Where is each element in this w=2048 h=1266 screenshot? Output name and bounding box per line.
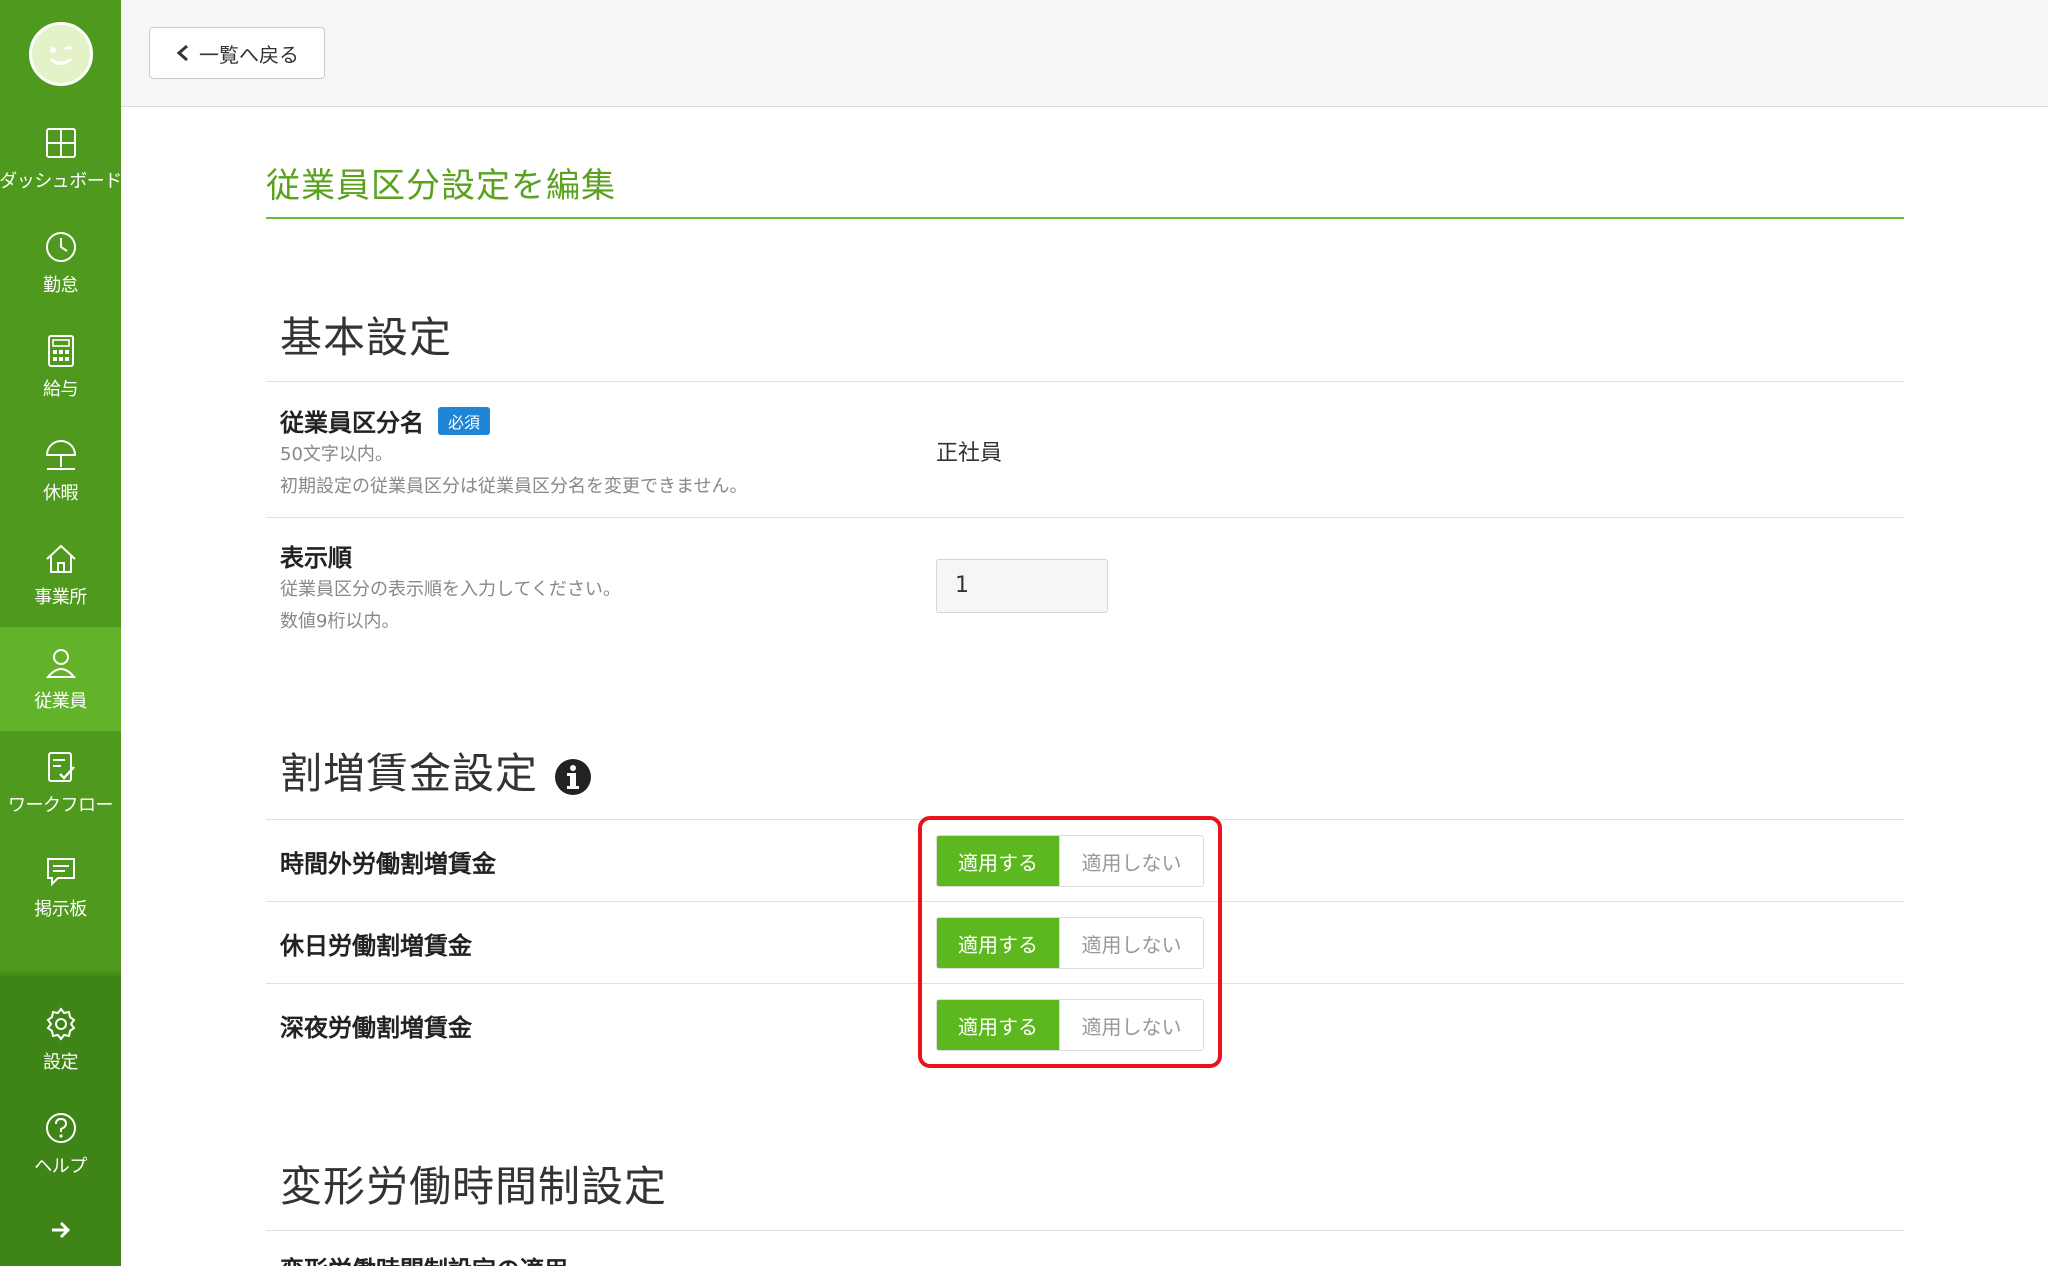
help-text: 数値9桁以内。 <box>280 611 400 632</box>
field-label-display-order: 表示順 <box>280 544 352 572</box>
field-help-employee-class-name: 50文字以内。 初期設定の従業員区分は従業員区分名を変更できません。 <box>280 439 747 503</box>
person-icon <box>45 649 76 678</box>
page-title: 従業員区分設定を編集 <box>266 166 616 206</box>
arrow-right-icon <box>51 1221 70 1239</box>
field-label-employee-class-name: 従業員区分名 必須 <box>280 403 491 438</box>
logo-face-icon[interactable] <box>28 21 93 86</box>
premium-heading-text: 割増賃金設定 <box>280 749 539 798</box>
umbrella-icon <box>45 440 76 470</box>
sidebar-item-workflow[interactable]: ワークフロー <box>0 731 121 835</box>
clock-icon <box>45 232 76 262</box>
sidebar-item-label: 従業員 <box>34 691 87 712</box>
gear-icon <box>46 1007 75 1041</box>
sidebar-item-leave[interactable]: 休暇 <box>0 419 121 523</box>
sidebar-divider <box>0 970 121 978</box>
sidebar: ダッシュボード 勤怠 給与 休暇 事業所 従業員 ワークフロー 掲示板 設定 ヘ… <box>0 0 122 1266</box>
sidebar-item-label: ダッシュボード <box>0 171 122 192</box>
sidebar-item-help[interactable]: ヘルプ <box>0 1092 121 1196</box>
required-badge: 必須 <box>438 407 491 435</box>
employee-class-name-value: 正社員 <box>936 441 1003 466</box>
info-icon[interactable] <box>554 758 592 796</box>
top-bar: 一覧へ戻る <box>121 0 2048 107</box>
sidebar-item-label: 掲示板 <box>34 899 87 920</box>
sidebar-item-label: 勤怠 <box>43 275 79 296</box>
row-label-holiday: 休日労働割増賃金 <box>280 932 472 960</box>
divider <box>266 1230 1904 1231</box>
back-to-list-button[interactable]: 一覧へ戻る <box>149 27 325 79</box>
sidebar-item-label: 設定 <box>43 1052 79 1073</box>
sidebar-item-settings[interactable]: 設定 <box>0 988 121 1092</box>
sidebar-item-payroll[interactable]: 給与 <box>0 315 121 419</box>
title-underline <box>266 217 1904 219</box>
sidebar-item-label: 休暇 <box>43 483 79 504</box>
divider <box>266 381 1904 382</box>
back-button-label: 一覧へ戻る <box>199 42 299 67</box>
row-label-variable-apply: 変形労働時間制設定の適用 <box>280 1250 568 1266</box>
sidebar-item-office[interactable]: 事業所 <box>0 523 121 627</box>
help-icon <box>45 1113 76 1143</box>
sidebar-item-dashboard[interactable]: ダッシュボード <box>0 107 122 211</box>
field-help-display-order: 従業員区分の表示順を入力してください。 数値9桁以内。 <box>280 574 621 638</box>
home-icon <box>45 544 76 573</box>
highlight-annotation-box <box>918 816 1222 1068</box>
row-label-late-night: 深夜労働割増賃金 <box>280 1014 472 1042</box>
sidebar-item-label: ワークフロー <box>8 795 114 816</box>
workflow-icon <box>47 752 75 782</box>
help-text: 50文字以内。 <box>280 444 393 465</box>
sidebar-item-label: 給与 <box>43 379 79 400</box>
section-heading-premium: 割増賃金設定 <box>280 740 592 801</box>
chevron-left-icon <box>176 44 188 62</box>
logo-area <box>0 0 121 107</box>
sidebar-item-board[interactable]: 掲示板 <box>0 835 121 939</box>
dashboard-icon <box>45 128 76 158</box>
section-heading-basic: 基本設定 <box>280 313 453 362</box>
chat-icon <box>46 858 75 887</box>
display-order-input[interactable]: 1 <box>936 559 1108 613</box>
sidebar-item-attendance[interactable]: 勤怠 <box>0 211 121 315</box>
section-heading-variable: 変形労働時間制設定 <box>280 1162 668 1211</box>
sidebar-expand-button[interactable] <box>0 1200 121 1260</box>
calculator-icon <box>47 335 74 367</box>
sidebar-item-label: 事業所 <box>34 587 87 608</box>
sidebar-item-label: ヘルプ <box>34 1156 87 1177</box>
divider <box>266 517 1904 518</box>
row-label-overtime: 時間外労働割増賃金 <box>280 850 496 878</box>
employee-class-name-label: 従業員区分名 <box>280 409 424 437</box>
help-text: 従業員区分の表示順を入力してください。 <box>280 579 621 600</box>
sidebar-item-employees[interactable]: 従業員 <box>0 627 121 731</box>
help-text: 初期設定の従業員区分は従業員区分名を変更できません。 <box>280 476 748 497</box>
